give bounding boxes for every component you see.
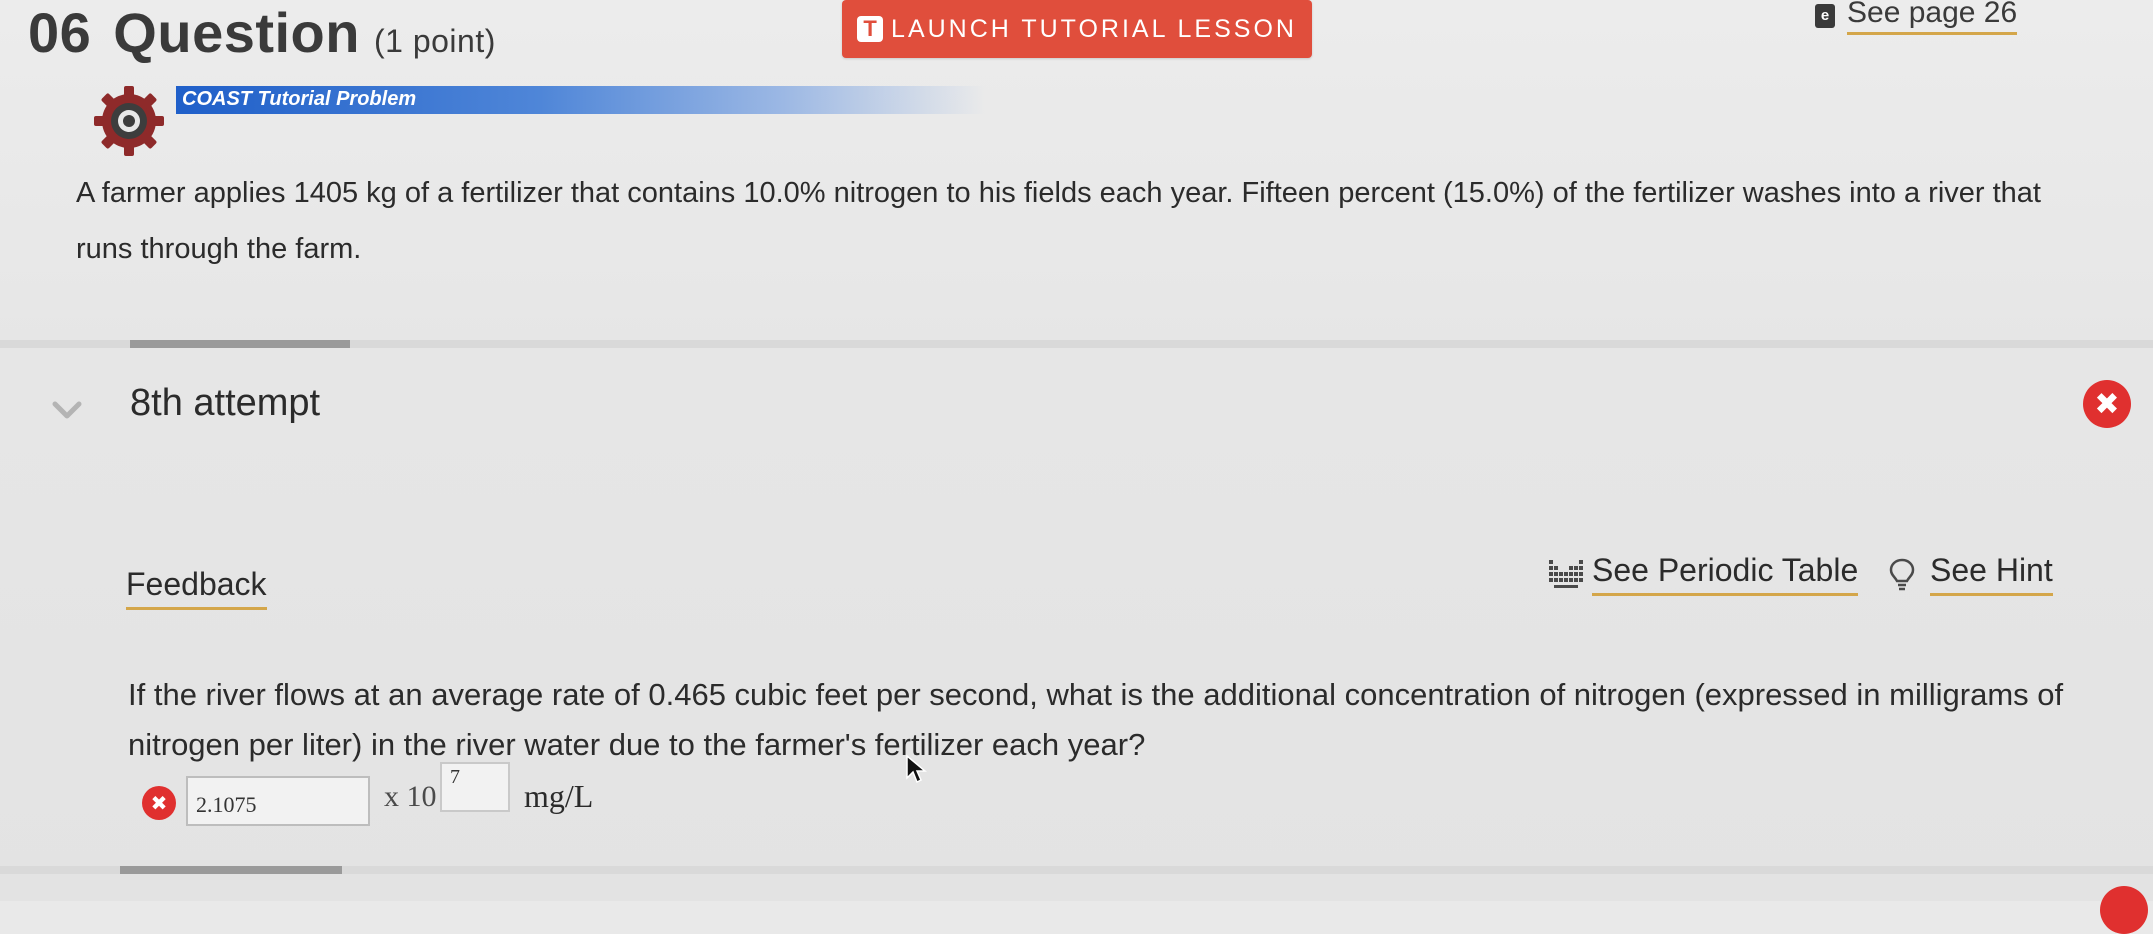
see-page-label: See page 26 — [1847, 0, 2018, 35]
close-icon[interactable]: ✖ — [2083, 380, 2131, 428]
lightbulb-icon — [1889, 558, 1915, 591]
bottom-divider-accent — [120, 866, 342, 874]
question-text: If the river flows at an average rate of… — [128, 677, 2064, 762]
feedback-link[interactable]: Feedback — [126, 566, 267, 610]
next-section-badge — [2100, 886, 2148, 934]
hint-label: See Hint — [1930, 552, 2053, 596]
periodic-table-label: See Periodic Table — [1592, 552, 1859, 596]
question-word: Question — [113, 1, 360, 64]
ebook-icon: e — [1815, 3, 1835, 28]
coast-banner-label: COAST Tutorial Problem — [182, 88, 417, 110]
mouse-pointer-icon — [906, 754, 927, 784]
question-header: 06 Question (1 point) — [28, 0, 496, 65]
gear-icon — [94, 86, 164, 156]
chevron-down-icon[interactable] — [50, 398, 84, 422]
unit-label: mg/L — [524, 778, 594, 814]
exponent-input[interactable]: 7 — [440, 762, 510, 812]
attempt-title: 8th attempt — [130, 382, 321, 424]
bottom-divider — [0, 866, 2153, 874]
see-page-link[interactable]: e See page 26 — [1815, 0, 2018, 35]
see-periodic-table-link[interactable]: See Periodic Table — [1548, 552, 1859, 596]
times-ten-label: x 10 — [384, 780, 437, 813]
launch-tutorial-button[interactable]: T LAUNCH TUTORIAL LESSON — [842, 0, 1312, 58]
question-number: 06 — [28, 1, 92, 64]
see-hint-link[interactable]: See Hint — [1888, 552, 2053, 596]
tutorial-icon: T — [857, 16, 884, 42]
periodic-table-icon — [1549, 560, 1583, 588]
question-points: (1 point) — [373, 23, 496, 59]
mantissa-input[interactable]: 2.1075 — [186, 776, 370, 826]
incorrect-icon: ✖ — [142, 786, 176, 820]
question-page: 06 Question (1 point) T LAUNCH TUTORIAL LE… — [0, 0, 2153, 934]
launch-tutorial-label: LAUNCH TUTORIAL LESSON — [891, 14, 1297, 43]
divider-accent — [130, 340, 350, 348]
section-divider — [0, 340, 2153, 348]
problem-statement: A farmer applies 1405 kg of a fertilizer… — [76, 177, 2041, 265]
coast-tutorial-banner: COAST Tutorial Problem — [176, 86, 986, 114]
